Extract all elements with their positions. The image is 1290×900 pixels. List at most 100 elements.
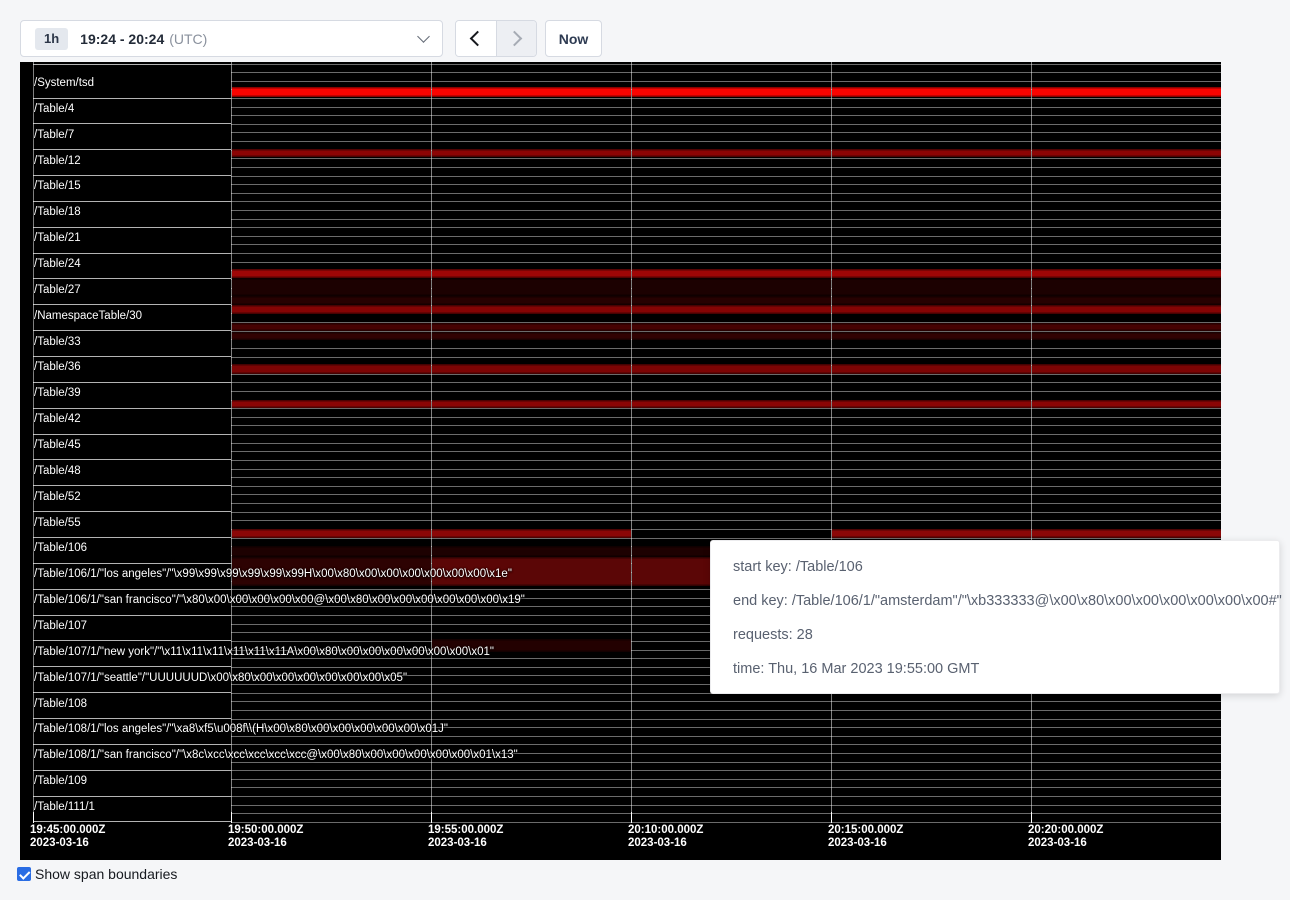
span-boundary-line [33, 382, 231, 383]
time-range-selector[interactable]: 1h 19:24 - 20:24 (UTC) [20, 20, 443, 57]
grid-vline [1031, 62, 1032, 823]
row-label: /Table/33 [34, 336, 81, 348]
span-boundary-line [231, 193, 1221, 194]
heat-band [432, 87, 631, 97]
span-boundary-line [231, 469, 1221, 470]
span-boundary-line [231, 710, 1221, 711]
span-boundary-line [33, 537, 231, 538]
row-label: /System/tsd [34, 77, 94, 89]
span-boundary-line [231, 236, 1221, 237]
span-boundary-line [231, 787, 1221, 788]
now-button[interactable]: Now [545, 20, 602, 57]
span-boundary-line [231, 357, 1221, 358]
span-boundary-line [33, 149, 231, 150]
heat-band [632, 278, 831, 296]
row-label: /Table/106 [34, 542, 87, 554]
tooltip-start-key: start key: /Table/106 [733, 550, 1279, 584]
key-visualizer-heatmap[interactable]: /System/tsd/Table/4/Table/7/Table/12/Tab… [20, 62, 1221, 860]
axis-tick [1031, 812, 1032, 823]
heat-band [432, 323, 631, 332]
row-label: /Table/45 [34, 439, 81, 451]
span-boundary-line [33, 434, 231, 435]
heat-band [432, 332, 631, 341]
tooltip-time: time: Thu, 16 Mar 2023 19:55:00 GMT [733, 652, 1279, 686]
span-boundary-line [231, 796, 1221, 797]
axis-tick [231, 812, 232, 823]
axis-tick [33, 812, 34, 823]
row-label: /Table/12 [34, 155, 81, 167]
span-boundary-line [33, 589, 231, 590]
heat-band [232, 529, 431, 538]
row-label: /Table/107 [34, 620, 87, 632]
span-boundary-line [231, 460, 1221, 461]
span-boundary-line [231, 167, 1221, 168]
show-span-boundaries-label: Show span boundaries [35, 866, 177, 882]
range-duration-badge: 1h [35, 28, 68, 50]
span-boundary-line [231, 477, 1221, 478]
heat-band [232, 546, 431, 557]
span-boundary-line [231, 503, 1221, 504]
heat-band [232, 296, 431, 305]
span-boundary-line [231, 813, 1221, 814]
span-boundary-line [231, 520, 1221, 521]
tooltip-requests: requests: 28 [733, 618, 1279, 652]
span-boundary-line [231, 253, 1221, 254]
row-label: /NamespaceTable/30 [34, 310, 142, 322]
show-span-boundaries-checkbox[interactable] [17, 867, 31, 881]
row-label: /Table/39 [34, 387, 81, 399]
heat-band [1032, 305, 1221, 314]
span-boundary-line [231, 736, 1221, 737]
heat-band [232, 332, 431, 341]
span-boundary-line [33, 201, 231, 202]
row-label: /Table/107/1/"new york"/"\x11\x11\x11\x1… [34, 646, 494, 658]
heat-band [1032, 278, 1221, 296]
span-boundary-line [33, 666, 231, 667]
row-label: /Table/52 [34, 491, 81, 503]
heat-band [1032, 87, 1221, 97]
span-boundary-line [33, 770, 231, 771]
row-label: /Table/107/1/"seattle"/"UUUUUUD\x00\x80\… [34, 672, 407, 684]
span-boundary-line [231, 425, 1221, 426]
span-boundary-line [33, 330, 231, 331]
span-boundary-line [231, 348, 1221, 349]
heat-band [1032, 296, 1221, 305]
heatmap-tooltip: start key: /Table/106 end key: /Table/10… [710, 540, 1280, 694]
span-boundary-line [231, 391, 1221, 392]
span-boundary-line [33, 796, 231, 797]
heat-band [632, 296, 831, 305]
axis-tick [831, 812, 832, 823]
heat-band [232, 364, 431, 374]
heat-band [632, 149, 831, 158]
span-boundary-line [231, 132, 1221, 133]
heat-band [832, 529, 1031, 538]
heat-band [832, 305, 1031, 314]
next-time-button-disabled[interactable] [497, 21, 537, 56]
span-boundary-line [33, 98, 231, 99]
span-boundary-line [231, 262, 1221, 263]
row-label: /Table/7 [34, 129, 74, 141]
span-boundary-line [33, 278, 231, 279]
span-boundary-line [231, 512, 1221, 513]
span-boundary-line [231, 719, 1221, 720]
range-text: 19:24 - 20:24 [80, 31, 164, 47]
heat-band [1032, 529, 1221, 538]
time-label: 19:55:00.000Z2023-03-16 [428, 824, 503, 850]
span-boundaries-row: Show span boundaries [17, 866, 177, 882]
span-boundary-line [33, 485, 231, 486]
span-boundary-line [231, 184, 1221, 185]
heat-band [432, 364, 631, 374]
span-boundary-line [33, 744, 231, 745]
heat-band [632, 269, 831, 278]
span-boundary-line [231, 64, 1221, 65]
span-boundary-line [33, 615, 231, 616]
heat-band [632, 323, 831, 332]
span-boundary-line [33, 640, 231, 641]
span-boundary-line [33, 304, 231, 305]
span-boundary-line [33, 408, 231, 409]
chevron-left-icon [469, 31, 485, 47]
prev-time-button[interactable] [456, 21, 497, 56]
tooltip-end-key: end key: /Table/106/1/"amsterdam"/"\xb33… [733, 584, 1279, 618]
span-boundary-line [33, 718, 231, 719]
time-label: 20:10:00.000Z2023-03-16 [628, 824, 703, 850]
span-boundary-line [231, 124, 1221, 125]
